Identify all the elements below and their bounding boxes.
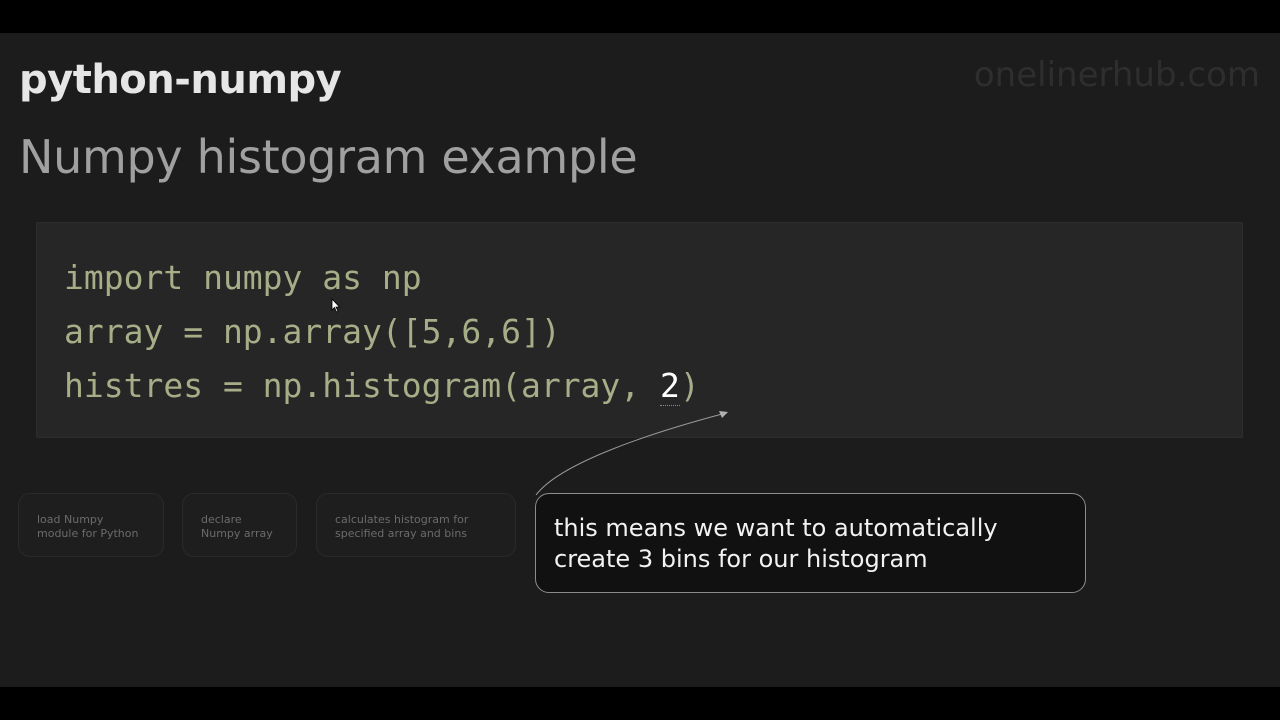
page-subtitle: Numpy histogram example: [19, 130, 638, 184]
explanation-callout: this means we want to automatically crea…: [535, 493, 1086, 593]
hint-histogram: calculates histogram for specified array…: [316, 493, 516, 557]
hint-text: Numpy array: [201, 527, 273, 540]
code-text: histres = np.histogram(array,: [64, 366, 661, 405]
hint-import: load Numpy module for Python: [18, 493, 164, 557]
code-line-array: array = np.array([5,6,6]): [64, 312, 561, 351]
code-text: ): [679, 366, 700, 405]
hint-text: specified array and bins: [335, 527, 468, 540]
hint-text: declare: [201, 513, 242, 526]
code-line-histogram: histres = np.histogram(array, 2): [64, 366, 700, 406]
highlighted-bins-argument: 2: [660, 366, 680, 406]
callout-text: this means we want to automatically: [554, 514, 998, 542]
hint-text: load Numpy: [37, 513, 104, 526]
hint-array: declare Numpy array: [182, 493, 297, 557]
slide: python-numpy onelinerhub.com Numpy histo…: [0, 33, 1280, 687]
callout-text: create 3 bins for our histogram: [554, 545, 928, 573]
hint-text: module for Python: [37, 527, 139, 540]
hint-text: calculates histogram for: [335, 513, 469, 526]
code-block: import numpy as np array = np.array([5,6…: [36, 222, 1243, 438]
code-line-import: import numpy as np: [64, 258, 422, 297]
page-title: python-numpy: [19, 57, 342, 103]
mouse-pointer-icon: [331, 298, 341, 313]
site-watermark: onelinerhub.com: [973, 55, 1260, 95]
